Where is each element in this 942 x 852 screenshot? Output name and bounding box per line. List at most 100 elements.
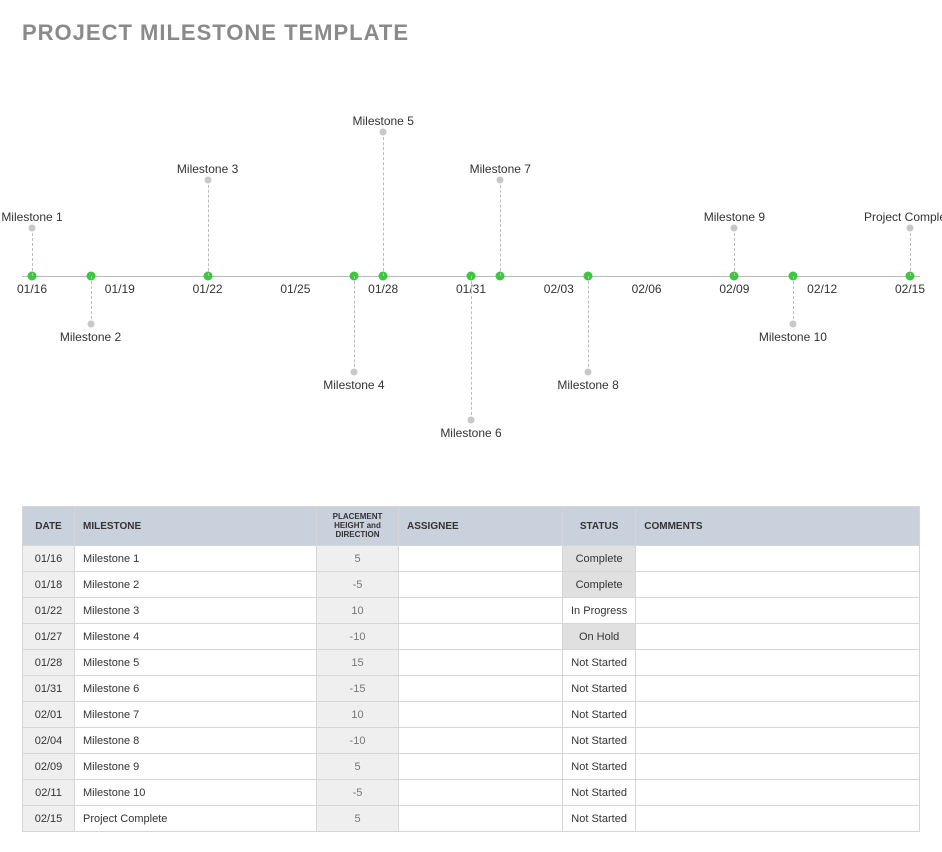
milestone-label: Milestone 6 [440,426,501,440]
cell-status: Not Started [563,650,636,676]
milestone-label: Milestone 4 [323,378,384,392]
cell-comments [636,780,920,806]
cell-placement: 5 [317,546,399,572]
header-comments: COMMENTS [636,507,920,546]
cell-milestone: Milestone 3 [75,598,317,624]
cell-placement: -5 [317,780,399,806]
cell-placement: 10 [317,598,399,624]
cell-status: On Hold [563,624,636,650]
cell-assignee [399,624,563,650]
milestone-end-dot [380,129,387,136]
table-row: 01/16Milestone 15Complete [23,546,920,572]
cell-milestone: Milestone 1 [75,546,317,572]
cell-assignee [399,780,563,806]
milestone-label: Milestone 3 [177,162,238,176]
cell-comments [636,676,920,702]
cell-status: Not Started [563,702,636,728]
cell-milestone: Milestone 8 [75,728,317,754]
milestone-end-dot [350,369,357,376]
chart-tick: 02/15 [895,282,925,296]
milestone-stem [91,276,92,324]
header-milestone: MILESTONE [75,507,317,546]
milestone-end-dot [29,225,36,232]
table-row: 02/04Milestone 8-10Not Started [23,728,920,754]
chart-tick: 02/12 [807,282,837,296]
cell-placement: 5 [317,806,399,832]
table-body: 01/16Milestone 15Complete01/18Milestone … [23,546,920,832]
table-row: 01/22Milestone 310In Progress [23,598,920,624]
cell-status: Not Started [563,676,636,702]
milestone-stem [354,276,355,372]
milestone-stem [500,180,501,276]
cell-placement: 10 [317,702,399,728]
cell-milestone: Milestone 7 [75,702,317,728]
cell-milestone: Milestone 4 [75,624,317,650]
cell-date: 02/11 [23,780,75,806]
milestone-table: DATE MILESTONE PLACEMENT HEIGHT and DIRE… [22,506,920,832]
milestone-end-dot [789,321,796,328]
cell-milestone: Milestone 9 [75,754,317,780]
cell-placement: -10 [317,624,399,650]
header-date: DATE [23,507,75,546]
header-assignee: ASSIGNEE [399,507,563,546]
cell-placement: -5 [317,572,399,598]
milestone-end-dot [731,225,738,232]
table-row: 01/27Milestone 4-10 On Hold [23,624,920,650]
header-placement: PLACEMENT HEIGHT and DIRECTION [317,507,399,546]
chart-tick: 02/03 [544,282,574,296]
cell-placement: 5 [317,754,399,780]
table-row: 02/11Milestone 10-5Not Started [23,780,920,806]
milestone-label: Milestone 9 [704,210,765,224]
cell-status: Not Started [563,780,636,806]
milestone-label: Milestone 2 [60,330,121,344]
cell-status: Complete [563,546,636,572]
milestone-label: Project Complete [864,210,942,224]
page-title: PROJECT MILESTONE TEMPLATE [22,20,920,46]
chart-tick: 01/25 [280,282,310,296]
cell-date: 01/27 [23,624,75,650]
cell-assignee [399,598,563,624]
milestone-stem [588,276,589,372]
milestone-end-dot [585,369,592,376]
cell-placement: -10 [317,728,399,754]
milestone-end-dot [87,321,94,328]
cell-milestone: Milestone 6 [75,676,317,702]
chart-tick: 01/22 [193,282,223,296]
table-row: 01/31Milestone 6-15 Not Started [23,676,920,702]
cell-date: 01/31 [23,676,75,702]
cell-milestone: Project Complete [75,806,317,832]
cell-date: 01/28 [23,650,75,676]
milestone-stem [910,228,911,276]
cell-status: Complete [563,572,636,598]
milestone-stem [734,228,735,276]
cell-date: 02/01 [23,702,75,728]
header-status: STATUS [563,507,636,546]
milestone-stem [471,276,472,420]
table-row: 02/09Milestone 95Not Started [23,754,920,780]
cell-assignee [399,676,563,702]
cell-status: Not Started [563,754,636,780]
cell-date: 01/18 [23,572,75,598]
cell-comments [636,728,920,754]
cell-milestone: Milestone 5 [75,650,317,676]
cell-assignee [399,754,563,780]
cell-assignee [399,572,563,598]
cell-comments [636,806,920,832]
cell-assignee [399,702,563,728]
cell-comments [636,624,920,650]
cell-comments [636,754,920,780]
cell-status: In Progress [563,598,636,624]
milestone-stem [208,180,209,276]
cell-assignee [399,650,563,676]
cell-status: Not Started [563,806,636,832]
milestone-stem [383,132,384,276]
cell-milestone: Milestone 2 [75,572,317,598]
cell-comments [636,572,920,598]
milestone-end-dot [907,225,914,232]
cell-assignee [399,546,563,572]
table-row: 02/01Milestone 710 Not Started [23,702,920,728]
cell-placement: -15 [317,676,399,702]
milestone-end-dot [204,177,211,184]
milestone-label: Milestone 5 [353,114,414,128]
milestone-stem [32,228,33,276]
